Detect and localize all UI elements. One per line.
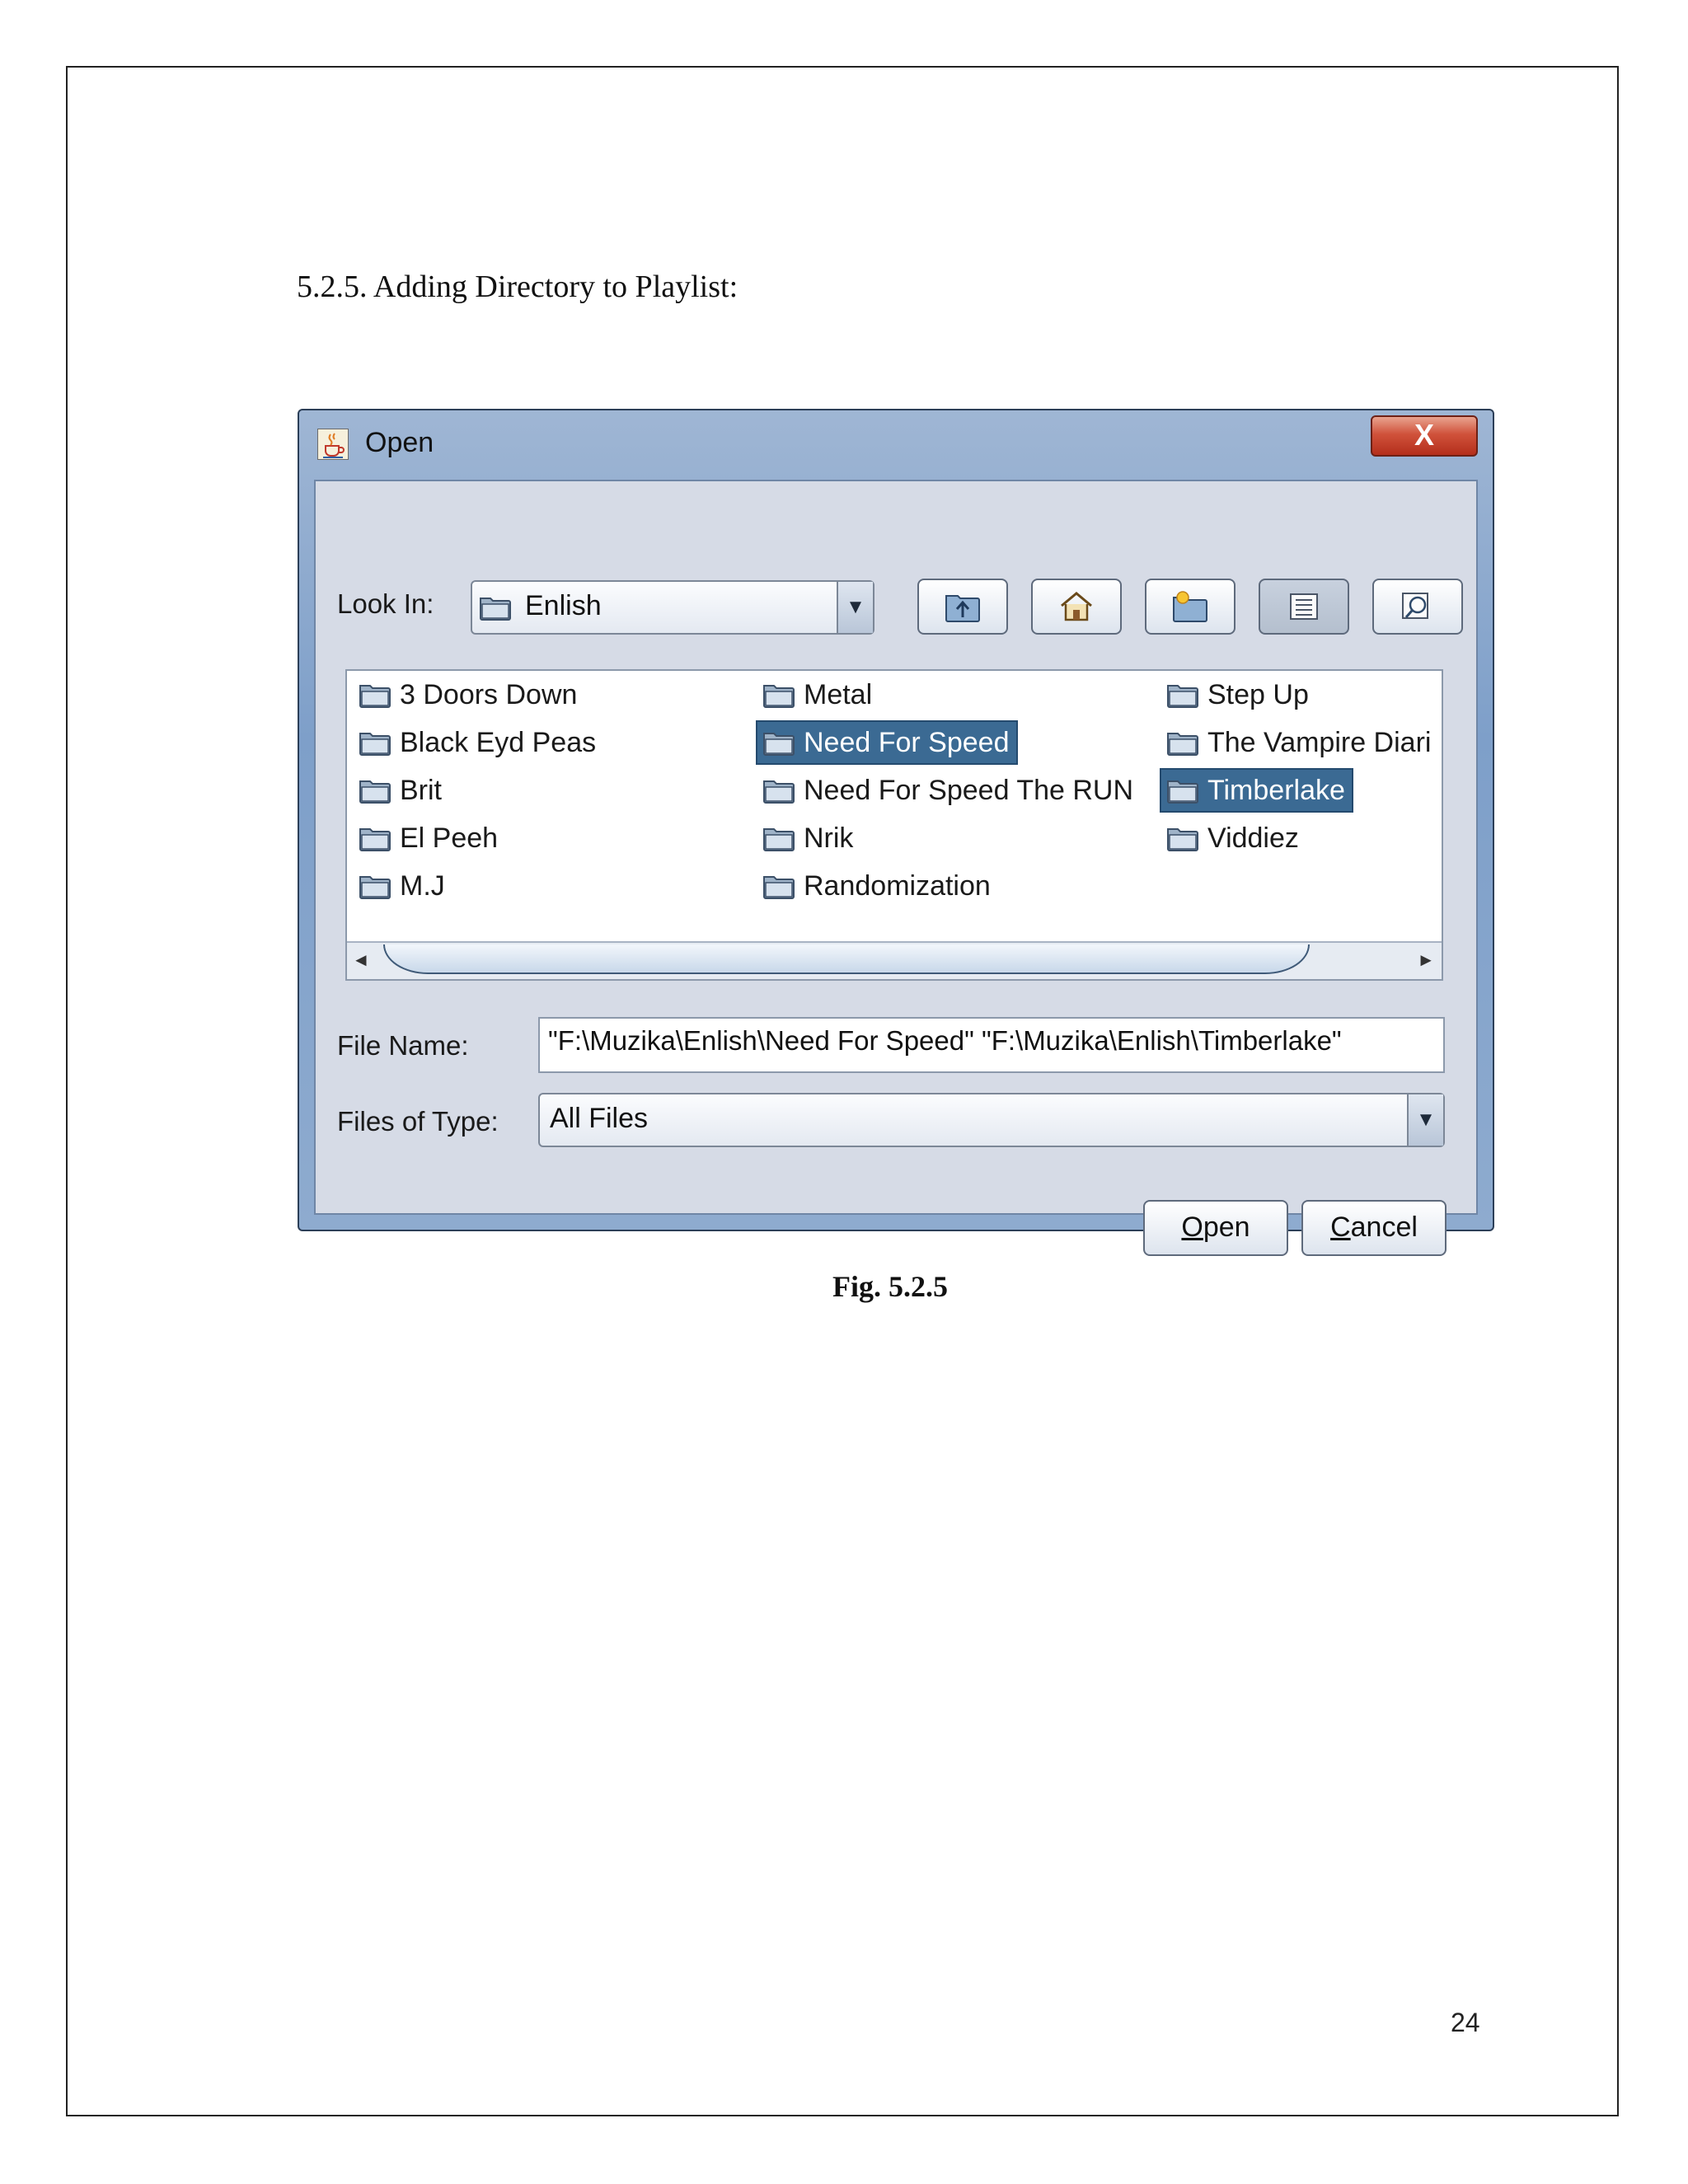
up-one-level-button[interactable]	[917, 579, 1008, 635]
open-dialog: Open X Look In: Enlish ▼ 3 Doors Down Bl…	[298, 409, 1494, 1256]
new-folder-button[interactable]	[1145, 579, 1236, 635]
file-list-item-label: Black Eyd Peas	[400, 726, 597, 758]
look-in-value: Enlish	[525, 590, 602, 621]
folder-icon	[359, 876, 391, 899]
file-list-item-label: Need For Speed The RUN	[804, 774, 1134, 806]
file-list-item[interactable]: Need For Speed The RUN	[757, 770, 1140, 811]
file-list-item[interactable]: Metal	[757, 674, 879, 715]
file-list-item[interactable]: Nrik	[757, 818, 860, 859]
folder-icon	[763, 828, 795, 851]
dialog-client-area: Look In: Enlish ▼ 3 Doors Down Black Eyd…	[314, 480, 1478, 1256]
file-list-item-label: Need For Speed	[804, 726, 1010, 758]
folder-icon	[763, 780, 795, 804]
dialog-titlebar[interactable]: Open X	[299, 410, 1493, 480]
folder-icon	[763, 876, 795, 899]
file-list-item-label: 3 Doors Down	[400, 678, 578, 710]
new-folder-icon	[1173, 591, 1207, 622]
look-in-combo[interactable]: Enlish ▼	[471, 580, 874, 635]
horizontal-scrollbar[interactable]: ◄ ►	[347, 941, 1442, 979]
file-list-item[interactable]: 3 Doors Down	[354, 674, 584, 715]
page-number: 24	[1451, 2008, 1480, 2037]
file-list-item-label: M.J	[400, 869, 445, 902]
cancel-button[interactable]: Cancel	[1301, 1200, 1447, 1256]
file-list-item[interactable]: Randomization	[757, 865, 997, 907]
folder-icon	[359, 828, 391, 851]
scroll-right-arrow-icon[interactable]: ►	[1417, 949, 1435, 971]
folder-icon	[763, 685, 795, 708]
file-list[interactable]: 3 Doors Down Black Eyd Peas Brit El Peeh M.J…	[345, 669, 1443, 981]
file-list-item-label: Brit	[400, 774, 442, 806]
folder-icon	[1167, 828, 1198, 851]
folder-icon	[359, 733, 391, 756]
look-in-label: Look In:	[337, 588, 434, 619]
list-view-icon	[1290, 593, 1318, 620]
home-icon	[1061, 592, 1092, 621]
close-button[interactable]: X	[1371, 415, 1478, 457]
look-in-dropdown-arrow-icon[interactable]: ▼	[837, 582, 873, 633]
file-list-item[interactable]: Step Up	[1161, 674, 1315, 715]
files-of-type-value: All Files	[550, 1103, 649, 1134]
details-view-icon	[1402, 593, 1428, 619]
details-view-button[interactable]	[1372, 579, 1463, 635]
dialog-title: Open	[365, 427, 434, 458]
scroll-thumb[interactable]	[383, 944, 1310, 974]
file-name-field[interactable]: "F:\Muzika\Enlish\Need For Speed" "F:\Mu…	[538, 1017, 1445, 1073]
file-list-item-label: Randomization	[804, 869, 991, 902]
files-of-type-dropdown-arrow-icon[interactable]: ▼	[1407, 1094, 1443, 1146]
folder-icon	[1167, 780, 1198, 804]
file-list-item-label: Step Up	[1207, 678, 1309, 710]
file-list-item[interactable]: The Vampire Diari	[1161, 722, 1437, 763]
files-of-type-label: Files of Type:	[337, 1106, 499, 1137]
open-button-label: pen	[1203, 1212, 1250, 1243]
file-list-item[interactable]: M.J	[354, 865, 452, 907]
java-cup-icon	[317, 429, 349, 460]
file-list-item[interactable]: Brit	[354, 770, 448, 811]
scroll-left-arrow-icon[interactable]: ◄	[352, 949, 370, 971]
folder-icon	[1167, 685, 1198, 708]
files-of-type-combo[interactable]: All Files ▼	[538, 1093, 1445, 1147]
cancel-button-mnemonic: C	[1330, 1212, 1351, 1243]
cancel-button-label: ancel	[1350, 1212, 1418, 1243]
file-list-item-label: El Peeh	[400, 822, 499, 854]
up-folder-icon	[945, 595, 980, 622]
folder-icon	[359, 685, 391, 708]
file-list-item[interactable]: Need For Speed	[756, 720, 1018, 765]
file-list-item-label: The Vampire Diari	[1207, 726, 1432, 758]
list-view-button[interactable]	[1259, 579, 1349, 635]
file-list-item[interactable]: Black Eyd Peas	[354, 722, 603, 763]
folder-icon	[359, 780, 391, 804]
file-name-label: File Name:	[337, 1030, 469, 1061]
file-list-item-label: Viddiez	[1207, 822, 1299, 854]
file-list-item-label: Metal	[804, 678, 873, 710]
file-list-item[interactable]: El Peeh	[354, 818, 504, 859]
open-button[interactable]: Open	[1143, 1200, 1288, 1256]
figure-caption: Fig. 5.2.5	[832, 1270, 948, 1303]
open-button-mnemonic: O	[1181, 1212, 1203, 1243]
file-list-item-label: Timberlake	[1207, 774, 1345, 806]
section-heading: 5.2.5. Adding Directory to Playlist:	[297, 269, 738, 304]
folder-icon	[1167, 733, 1198, 756]
file-list-item-label: Nrik	[804, 822, 854, 854]
folder-icon	[763, 733, 795, 756]
file-list-item[interactable]: Viddiez	[1161, 818, 1306, 859]
file-list-item[interactable]: Timberlake	[1160, 768, 1353, 813]
home-button[interactable]	[1031, 579, 1122, 635]
folder-icon	[480, 598, 511, 621]
